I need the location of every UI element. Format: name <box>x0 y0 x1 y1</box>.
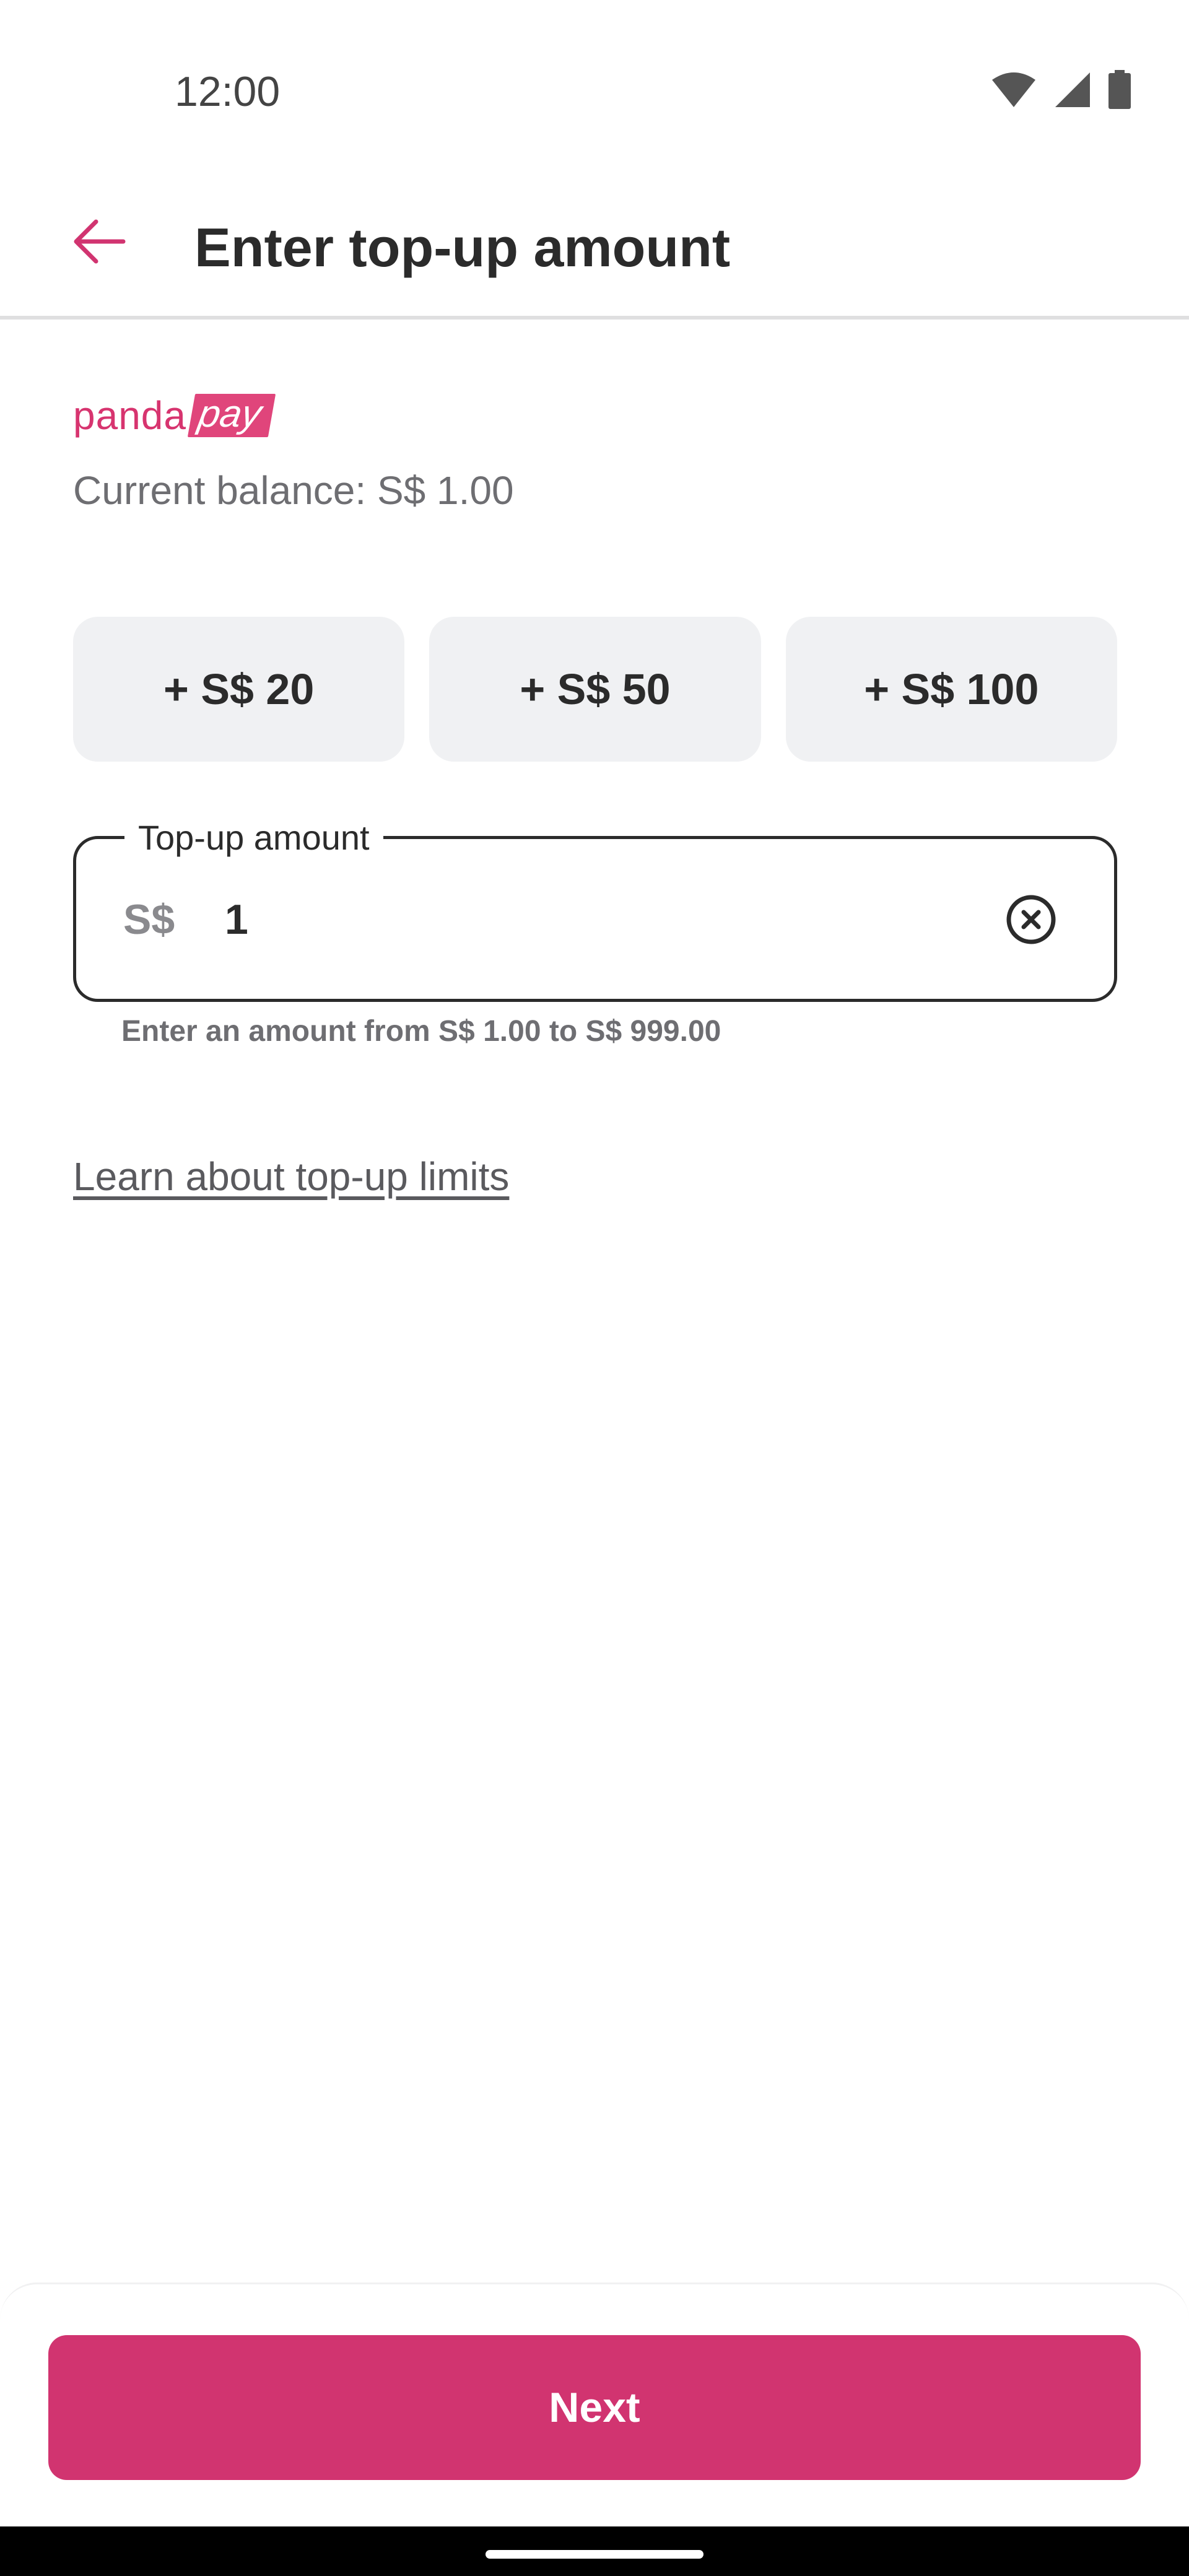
signal-icon <box>1055 72 1090 107</box>
chip-add-20[interactable]: + S$ 20 <box>73 617 405 762</box>
navigation-bar <box>0 2526 1189 2576</box>
quick-amount-chips: + S$ 20 + S$ 50 + S$ 100 <box>73 617 1117 762</box>
next-button[interactable]: Next <box>48 2335 1141 2480</box>
current-balance: Current balance: S$ 1.00 <box>73 468 514 513</box>
status-bar: 12:00 <box>0 0 1189 180</box>
battery-icon <box>1108 70 1131 109</box>
status-icons <box>991 68 1146 111</box>
amount-helper-text: Enter an amount from S$ 1.00 to S$ 999.0… <box>121 1015 721 1048</box>
chip-add-100[interactable]: + S$ 100 <box>785 617 1117 762</box>
status-time: 12:00 <box>175 68 281 115</box>
topup-screen: 12:00 Enter top-up amount panda pay Curr… <box>0 0 1189 2576</box>
clear-amount-button[interactable] <box>1003 891 1060 948</box>
logo-text-pay: pay <box>187 393 276 437</box>
back-button[interactable] <box>62 204 136 279</box>
chip-add-50[interactable]: + S$ 50 <box>429 617 761 762</box>
home-gesture-handle[interactable] <box>486 2550 703 2559</box>
bottom-action-area: Next <box>0 2282 1189 2526</box>
topup-amount-field[interactable]: Top-up amount S$ <box>73 813 1117 1002</box>
arrow-left-icon <box>74 219 126 264</box>
clear-circle-icon <box>1006 895 1056 944</box>
topup-limits-link[interactable]: Learn about top-up limits <box>73 1152 509 1201</box>
amount-input[interactable] <box>225 895 906 944</box>
page-title: Enter top-up amount <box>194 217 731 278</box>
app-bar: Enter top-up amount <box>0 180 1189 320</box>
wifi-icon <box>992 72 1035 107</box>
currency-prefix: S$ <box>123 896 175 943</box>
pandapay-logo: panda pay <box>73 391 276 440</box>
logo-text-panda: panda <box>73 393 186 438</box>
topup-amount-label: Top-up amount <box>124 813 383 863</box>
